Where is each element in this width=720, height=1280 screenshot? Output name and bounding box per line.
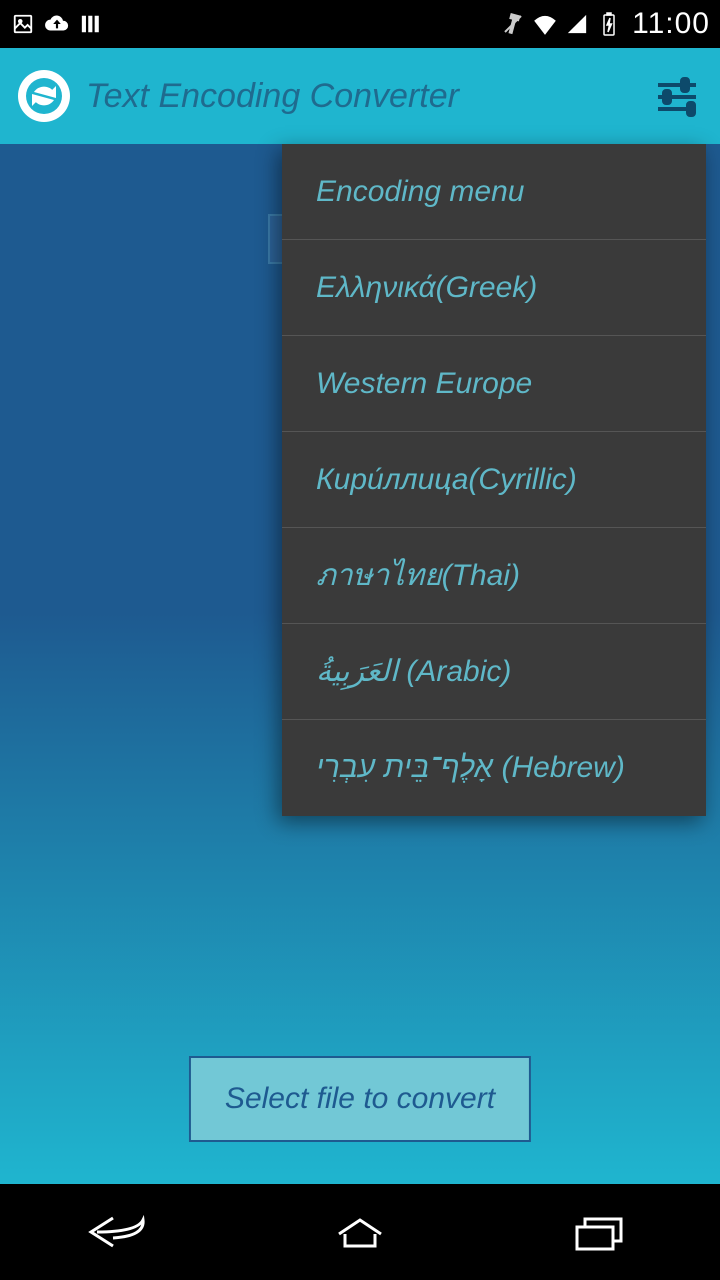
menu-item-greek[interactable]: Ελληνικά(Greek) bbox=[282, 240, 706, 336]
status-time: 11:00 bbox=[632, 7, 710, 41]
app-logo-icon bbox=[18, 70, 70, 122]
wifi-icon bbox=[532, 11, 558, 37]
menu-item-thai[interactable]: ภาษาไทย(Thai) bbox=[282, 528, 706, 624]
signal-icon bbox=[564, 11, 590, 37]
main-content: UTF-8 -> A Selected ISO-8859 Encoding me… bbox=[0, 144, 720, 1184]
settings-sliders-icon[interactable] bbox=[652, 71, 702, 121]
bars-icon bbox=[78, 11, 104, 37]
select-file-button[interactable]: Select file to convert bbox=[189, 1056, 531, 1142]
menu-item-hebrew[interactable]: אָלֶף־בֵּית עִבְרִי (Hebrew) bbox=[282, 720, 706, 816]
gallery-icon bbox=[10, 11, 36, 37]
menu-item-western-europe[interactable]: Western Europe bbox=[282, 336, 706, 432]
nav-home-button[interactable] bbox=[315, 1207, 405, 1257]
nav-back-button[interactable] bbox=[75, 1207, 165, 1257]
status-bar: 11:00 bbox=[0, 0, 720, 48]
app-title: Text Encoding Converter bbox=[86, 77, 459, 116]
cloud-upload-icon bbox=[44, 11, 70, 37]
menu-item-arabic[interactable]: العَرَبِيةُ (Arabic) bbox=[282, 624, 706, 720]
encoding-menu: Encoding menu Ελληνικά(Greek) Western Eu… bbox=[282, 144, 706, 816]
vibrate-icon bbox=[500, 11, 526, 37]
app-bar: Text Encoding Converter bbox=[0, 48, 720, 144]
menu-item-cyrillic[interactable]: Кири́ллица(Cyrillic) bbox=[282, 432, 706, 528]
menu-item-encoding[interactable]: Encoding menu bbox=[282, 144, 706, 240]
battery-charging-icon bbox=[596, 11, 622, 37]
navigation-bar bbox=[0, 1184, 720, 1280]
nav-recent-button[interactable] bbox=[555, 1207, 645, 1257]
